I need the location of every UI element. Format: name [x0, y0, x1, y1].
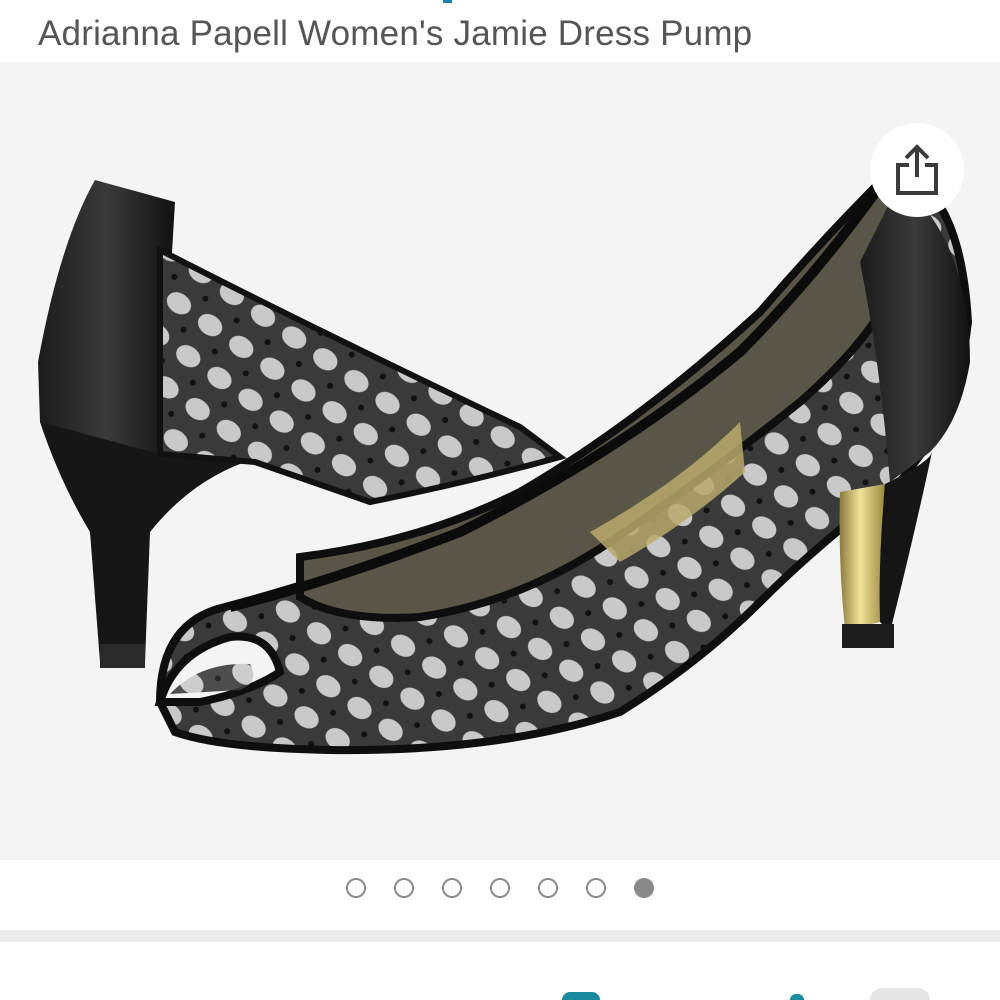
- section-divider: [0, 930, 1000, 942]
- gallery-pagination[interactable]: [0, 878, 1000, 908]
- next-section-fragment: [870, 988, 930, 1000]
- product-image[interactable]: [0, 62, 1000, 860]
- gallery-dot-2[interactable]: [394, 878, 414, 898]
- share-button[interactable]: [870, 123, 964, 217]
- next-section-fragment: [790, 994, 804, 1000]
- product-image-gallery[interactable]: [0, 62, 1000, 860]
- gallery-dot-6[interactable]: [586, 878, 606, 898]
- gallery-dot-5[interactable]: [538, 878, 558, 898]
- gallery-dot-7[interactable]: [634, 878, 654, 898]
- next-section-fragment: [562, 992, 600, 1000]
- gallery-dot-3[interactable]: [442, 878, 462, 898]
- share-icon: [896, 144, 938, 195]
- gallery-dot-4[interactable]: [490, 878, 510, 898]
- product-title: Adrianna Papell Women's Jamie Dress Pump: [38, 14, 753, 53]
- top-edge-link-fragment: [443, 0, 452, 3]
- next-section-peek: [0, 942, 1000, 1000]
- gallery-dot-1[interactable]: [346, 878, 366, 898]
